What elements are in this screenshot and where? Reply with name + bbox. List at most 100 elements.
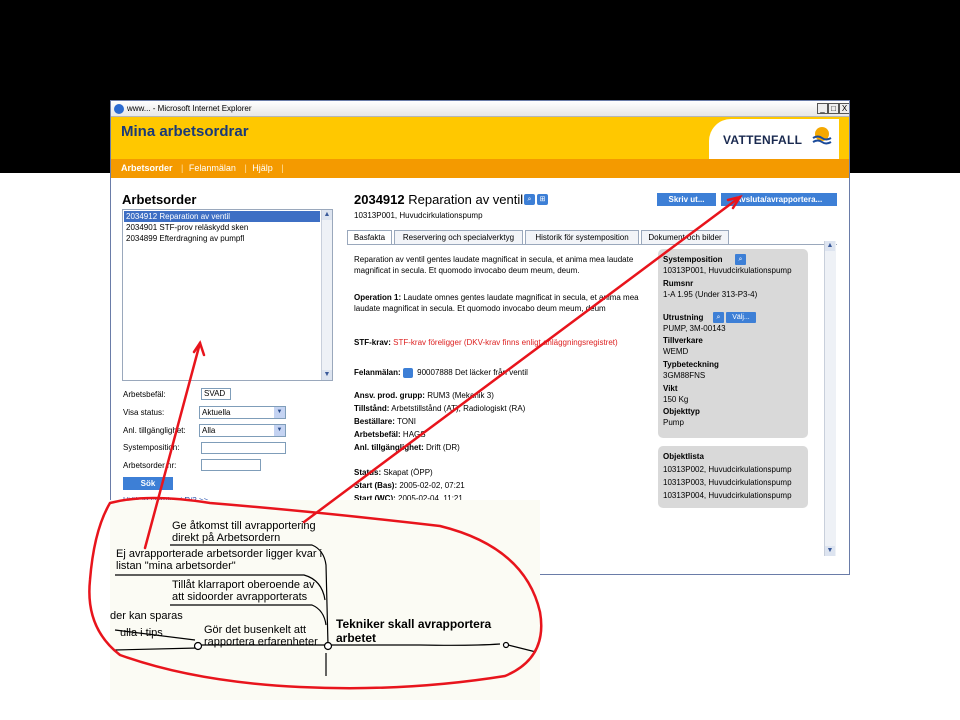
mindmap-main-topic: Tekniker skall avrapportera: [336, 617, 492, 631]
nav-separator: |: [181, 163, 184, 173]
anl-tillganglighet-label: Anl. tillgänglighet:: [123, 426, 186, 435]
order-item-selected[interactable]: 2034912 Reparation av ventil: [124, 211, 320, 222]
mindmap-branch-text: Ge åtkomst till avrapportering: [172, 520, 316, 532]
mindmap-branch-text: Ej avrapporterade arbetsorder ligger kva…: [116, 548, 323, 560]
field-label: Anl. tillgänglighet:: [354, 443, 424, 452]
order-name: Reparation av ventil: [408, 192, 524, 207]
anl-tillganglighet-value: Alla: [202, 426, 216, 435]
chevron-down-icon[interactable]: ▼: [274, 407, 285, 418]
objektlista-box: Objektlista 10313P002, Huvudcirkulations…: [658, 446, 808, 508]
systemposition-value: 10313P001, Huvudcirkulationspump: [663, 266, 792, 275]
nav-arbetsorder[interactable]: Arbetsorder: [121, 163, 173, 173]
objektlista-heading: Objektlista: [663, 452, 704, 461]
stf-block: STF-krav: STF-krav föreligger (DKV-krav …: [354, 337, 639, 348]
arbetsorder-nr-label: Arbetsorder nr:: [123, 461, 177, 470]
status-value: Skapat (ÖPP): [383, 468, 433, 477]
nav-hjalp[interactable]: Hjälp: [252, 163, 273, 173]
valj-button[interactable]: Välj...: [726, 312, 756, 323]
tab-dokument[interactable]: Dokument och bilder: [641, 230, 729, 244]
field-label: Ansv. prod. grupp:: [354, 391, 425, 400]
field-label: Beställare:: [354, 417, 395, 426]
search-button[interactable]: Sök: [123, 477, 173, 490]
tillverkare-heading: Tillverkare: [663, 336, 703, 345]
maximize-button[interactable]: □: [828, 103, 839, 114]
tab-historik[interactable]: Historik för systemposition: [525, 230, 639, 244]
objektlista-item[interactable]: 10313P004, Huvudcirkulationspump: [663, 491, 792, 500]
order-subtitle: 10313P001, Huvudcirkulationspump: [354, 211, 483, 220]
close-report-button[interactable]: Avsluta/avrapportera...: [721, 193, 837, 206]
objektlista-item[interactable]: 10313P002, Huvudcirkulationspump: [663, 465, 792, 474]
felanmalan-row: Felanmälan: 90007888 Det läcker från ven…: [354, 367, 528, 378]
field-label: Tillstånd:: [354, 404, 390, 413]
order-description: Reparation av ventil gentes laudate magn…: [354, 255, 634, 275]
order-item[interactable]: 2034899 Efterdragning av pumpfl: [124, 233, 320, 244]
objektlista-item[interactable]: 10313P003, Huvudcirkulationspump: [663, 478, 792, 487]
scroll-up-icon[interactable]: ▲: [322, 210, 332, 220]
structure-icon[interactable]: ⊞: [537, 194, 548, 205]
anl-tillganglighet-select[interactable]: Alla ▼: [199, 424, 286, 437]
felanmalan-label: Felanmälan:: [354, 368, 401, 377]
window-title: www... - Microsoft Internet Explorer: [127, 104, 252, 113]
search-icon[interactable]: ⌕: [713, 312, 724, 323]
utrustning-heading: Utrustning: [663, 313, 704, 322]
utrustning-value: PUMP, 3M-00143: [663, 324, 726, 333]
content-scrollbar[interactable]: ▲ ▼: [824, 241, 836, 556]
nav-separator: |: [244, 163, 247, 173]
nav-felanmalan[interactable]: Felanmälan: [189, 163, 236, 173]
mindmap-branch-text: direkt på Arbetsordern: [172, 532, 281, 544]
search-icon[interactable]: ⌕: [524, 194, 535, 205]
felanmalan-value: 90007888 Det läcker från ventil: [417, 368, 528, 377]
mindmap-branch-text: listan "mina arbetsorder": [116, 560, 236, 572]
search-icon[interactable]: [402, 367, 413, 378]
systemposition-input[interactable]: [201, 442, 286, 454]
arbetsorder-title: Arbetsorder: [122, 192, 197, 207]
typbeteckning-value: 3GM88FNS: [663, 371, 706, 380]
status-row: Status: Skapat (ÖPP): [354, 467, 433, 478]
minimize-button[interactable]: _: [817, 103, 828, 114]
arbetsbefal-input[interactable]: SVAD: [201, 388, 231, 400]
ie-logo-icon: [114, 104, 124, 114]
mindmap-branch-text: att sidoorder avrapporterats: [172, 591, 308, 603]
tab-reservering[interactable]: Reservering och specialverktyg: [394, 230, 523, 244]
field-row: Ansv. prod. grupp: RUM3 (Mekanik 3): [354, 390, 494, 401]
mindmap-branch-text: der kan sparas: [110, 610, 183, 622]
operation-block: Operation 1: Laudate omnes gentes laudat…: [354, 292, 639, 314]
systemposition-label: Systemposition:: [123, 443, 180, 452]
field-value: Arbetstillstånd (AT), Radiologiskt (RA): [391, 404, 526, 413]
order-list-scrollbar[interactable]: ▲ ▼: [321, 210, 332, 380]
start-bas-value: 2005-02-02, 07:21: [399, 481, 465, 490]
systemposition-heading: Systemposition: [663, 255, 723, 264]
mindmap-branch-text: Tillåt klarraport oberoende av: [172, 579, 315, 591]
objekttyp-value: Pump: [663, 418, 684, 427]
stf-text: STF-krav föreligger (DKV-krav finns enli…: [393, 338, 618, 347]
order-list[interactable]: 2034912 Reparation av ventil 2034901 STF…: [122, 209, 333, 381]
search-icon[interactable]: ⌕: [735, 254, 746, 265]
equipment-info-box: Systemposition ⌕ 10313P001, Huvudcirkula…: [658, 249, 808, 438]
field-value: HAGS: [402, 430, 426, 439]
typbeteckning-heading: Typbeteckning: [663, 360, 719, 369]
tab-divider: [347, 244, 837, 245]
vattenfall-logo-icon: [812, 127, 832, 145]
field-value: Drift (DR): [426, 443, 460, 452]
order-number: 2034912: [354, 192, 405, 207]
field-label: Arbetsbefäl:: [354, 430, 401, 439]
objekttyp-heading: Objekttyp: [663, 407, 700, 416]
brand-area: VATTENFALL: [709, 119, 839, 159]
app-title: Mina arbetsordrar: [121, 123, 249, 140]
order-item[interactable]: 2034901 STF-prov reläskydd sken: [124, 222, 320, 233]
scroll-down-icon[interactable]: ▼: [825, 546, 835, 556]
vikt-value: 150 Kg: [663, 395, 689, 404]
print-button[interactable]: Skriv ut...: [657, 193, 716, 206]
scroll-down-icon[interactable]: ▼: [322, 370, 332, 380]
tillverkare-value: WEMD: [663, 347, 689, 356]
mindmap-branch-text: Gör det busenkelt att: [204, 624, 307, 636]
chevron-down-icon[interactable]: ▼: [274, 425, 285, 436]
arbetsorder-nr-input[interactable]: [201, 459, 261, 471]
nav-separator: |: [281, 163, 284, 173]
scroll-up-icon[interactable]: ▲: [825, 241, 835, 251]
tab-basfakta[interactable]: Basfakta: [347, 230, 392, 245]
close-window-button[interactable]: X: [839, 103, 849, 114]
visa-status-select[interactable]: Aktuella ▼: [199, 406, 286, 419]
mindmap-main-topic: arbetet: [336, 631, 377, 645]
start-bas-row: Start (Bas): 2005-02-02, 07:21: [354, 480, 465, 491]
